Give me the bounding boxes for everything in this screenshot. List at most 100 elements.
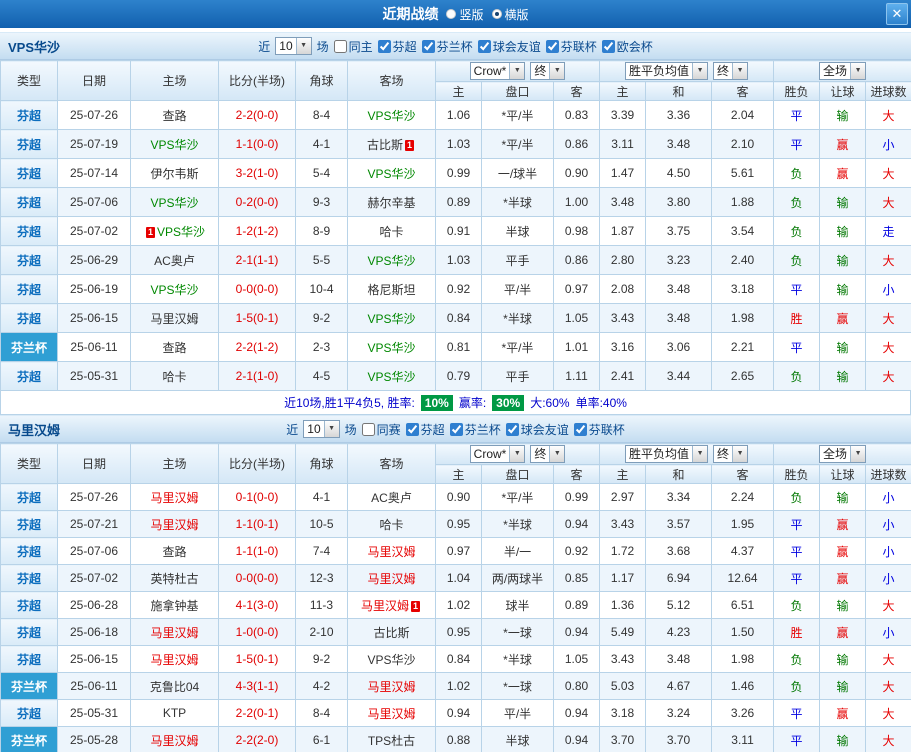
same-venue-checkbox[interactable] — [333, 39, 347, 53]
final-odds-select[interactable]: 终 ▼ — [530, 445, 566, 463]
dialog-title: 近期战绩 — [382, 6, 439, 22]
league-checkbox[interactable] — [505, 422, 519, 436]
cell-type: 芬超 — [0, 245, 58, 275]
cell-avg-home: 1.87 — [599, 216, 647, 246]
cell-avg-home: 3.43 — [599, 645, 647, 673]
fulltime-select[interactable]: 全场 ▼ — [819, 62, 867, 80]
league-filter[interactable]: 芬兰杯 — [449, 421, 501, 438]
league-checkbox[interactable] — [545, 39, 559, 53]
cell-type: 芬超 — [0, 158, 58, 188]
cell-odds-away: 0.94 — [552, 618, 601, 646]
league-filter-group: 芬超 芬兰杯 球会友谊 芬联杯 欧会杯 — [377, 38, 653, 55]
avg-odds-select[interactable]: 胜平负均值 ▼ — [625, 62, 709, 80]
same-venue-filter[interactable]: 同主 — [333, 38, 373, 55]
league-checkbox[interactable] — [573, 422, 587, 436]
league-filter[interactable]: 芬兰杯 — [421, 38, 473, 55]
cell-avg-home: 3.48 — [599, 187, 647, 217]
league-checkbox[interactable] — [477, 39, 491, 53]
match-row: 芬超 25-05-31 哈卡 2-1(1-0) 4-5 VPS华沙 0.79 平手 1.11 2.… — [0, 361, 911, 391]
league-filter[interactable]: 芬联杯 — [573, 421, 625, 438]
team-name: 马里汉姆 — [150, 490, 199, 505]
league-checkbox[interactable] — [405, 422, 419, 436]
match-row: 芬超 25-07-02 1 VPS华沙 1-2(1-2) 8-9 哈卡 0.91 半球 0.98 1… — [0, 216, 911, 246]
same-venue-filter[interactable]: 同赛 — [361, 421, 401, 438]
cell-result-outcome: 平 — [773, 699, 821, 727]
col-home: 主场 — [130, 443, 219, 484]
cell-result-handicap: 赢 — [819, 158, 867, 188]
radio-vertical-layout[interactable]: 竖版 — [446, 6, 484, 23]
cell-type: 芬超 — [0, 361, 58, 391]
league-filter[interactable]: 芬联杯 — [545, 38, 597, 55]
league-filter[interactable]: 芬超 — [405, 421, 445, 438]
league-filter[interactable]: 芬超 — [377, 38, 417, 55]
odds-group-header: Crow* ▼ 终 ▼ — [434, 60, 601, 82]
league-filter[interactable]: 球会友谊 — [505, 421, 569, 438]
summary-bar: 近10场,胜1平4负5, 胜率: 10% 赢率: 30% 大:60% 单率:40… — [0, 391, 911, 415]
league-filter[interactable]: 欧会杯 — [601, 38, 653, 55]
chevron-down-icon: ▼ — [732, 63, 748, 79]
cell-score: 2-2(0-0) — [218, 100, 296, 130]
cell-avg-draw: 3.80 — [645, 187, 713, 217]
section-header-mariehamn: 马里汉姆 近 10 ▼ 场 同赛 芬超 芬兰杯 球会友谊 芬联杯 — [0, 415, 911, 443]
team-name: 马里汉姆 — [367, 544, 416, 559]
match-count-select[interactable]: 10 ▼ — [275, 37, 312, 55]
match-count-select[interactable]: 10 ▼ — [303, 420, 340, 438]
avg-odds-select[interactable]: 胜平负均值 ▼ — [625, 445, 709, 463]
cell-result-goals: 大 — [865, 187, 911, 217]
cell-avg-draw: 3.34 — [645, 483, 713, 511]
close-button[interactable]: ✕ — [886, 3, 908, 25]
cell-avg-away: 3.11 — [711, 726, 775, 752]
cell-score: 4-3(1-1) — [218, 672, 296, 700]
radio-horizontal-layout[interactable]: 横版 — [491, 6, 529, 23]
cell-date: 25-07-02 — [57, 216, 131, 246]
cell-avg-away: 2.10 — [711, 129, 775, 159]
cell-result-handicap: 输 — [819, 672, 867, 700]
cell-score: 2-2(2-0) — [218, 726, 296, 752]
match-row: 芬兰杯 25-06-11 查路 2-2(1-2) 2-3 VPS华沙 0.81 *平/半 1.0… — [0, 332, 911, 362]
bookmaker-select[interactable]: Crow* ▼ — [469, 62, 526, 80]
section-filters: 近 10 ▼ 场 同主 芬超 芬兰杯 球会友谊 芬联杯 欧会杯 — [0, 37, 911, 55]
match-row: 芬超 25-06-28 施拿钟基 4-1(3-0) 11-3 马里汉姆 1 1.02 球半 0.8… — [0, 591, 911, 619]
team-name: VPS华沙 — [150, 282, 199, 297]
cell-type: 芬超 — [0, 303, 58, 333]
cell-home-team: 马里汉姆 — [130, 645, 219, 673]
final-odds-select[interactable]: 终 ▼ — [530, 62, 566, 80]
cell-corners: 12-3 — [295, 564, 348, 592]
cell-odds-away: 1.00 — [552, 187, 601, 217]
section-filters: 近 10 ▼ 场 同赛 芬超 芬兰杯 球会友谊 芬联杯 — [0, 420, 911, 438]
league-checkbox[interactable] — [421, 39, 435, 53]
cell-corners: 8-9 — [295, 216, 348, 246]
match-row: 芬兰杯 25-05-28 马里汉姆 2-2(2-0) 6-1 TPS杜古 0.88 半球 0.9… — [0, 726, 911, 752]
cell-away-team: VPS华沙 — [347, 245, 436, 275]
cell-date: 25-07-19 — [57, 129, 131, 159]
cell-score: 2-2(1-2) — [218, 332, 296, 362]
same-venue-label: 同主 — [348, 39, 373, 54]
league-checkbox[interactable] — [449, 422, 463, 436]
cell-home-team: 马里汉姆 — [130, 726, 219, 752]
cell-avg-draw: 3.23 — [645, 245, 713, 275]
cell-avg-draw: 3.57 — [645, 510, 713, 538]
league-filter[interactable]: 球会友谊 — [477, 38, 541, 55]
cell-score: 3-2(1-0) — [218, 158, 296, 188]
col-handicap: 盘口 — [481, 464, 554, 484]
league-checkbox[interactable] — [601, 39, 615, 53]
league-checkbox[interactable] — [377, 39, 391, 53]
cell-date: 25-07-06 — [57, 537, 131, 565]
final-avg-select[interactable]: 终 ▼ — [713, 62, 749, 80]
cell-date: 25-05-31 — [57, 361, 131, 391]
cell-date: 25-06-11 — [57, 672, 131, 700]
cell-date: 25-07-02 — [57, 564, 131, 592]
cell-type: 芬兰杯 — [0, 672, 58, 700]
cell-avg-draw: 3.36 — [645, 100, 713, 130]
team-name: 伊尔韦斯 — [150, 166, 199, 181]
fulltime-select[interactable]: 全场 ▼ — [819, 445, 867, 463]
cell-date: 25-06-15 — [57, 303, 131, 333]
cell-avg-draw: 3.44 — [645, 361, 713, 391]
cell-date: 25-06-28 — [57, 591, 131, 619]
cell-away-team: 赫尔辛基 — [347, 187, 436, 217]
final-avg-select[interactable]: 终 ▼ — [713, 445, 749, 463]
same-venue-checkbox[interactable] — [361, 422, 375, 436]
chevron-down-icon: ▼ — [323, 421, 339, 437]
games-label: 场 — [344, 422, 357, 437]
bookmaker-select[interactable]: Crow* ▼ — [469, 445, 526, 463]
